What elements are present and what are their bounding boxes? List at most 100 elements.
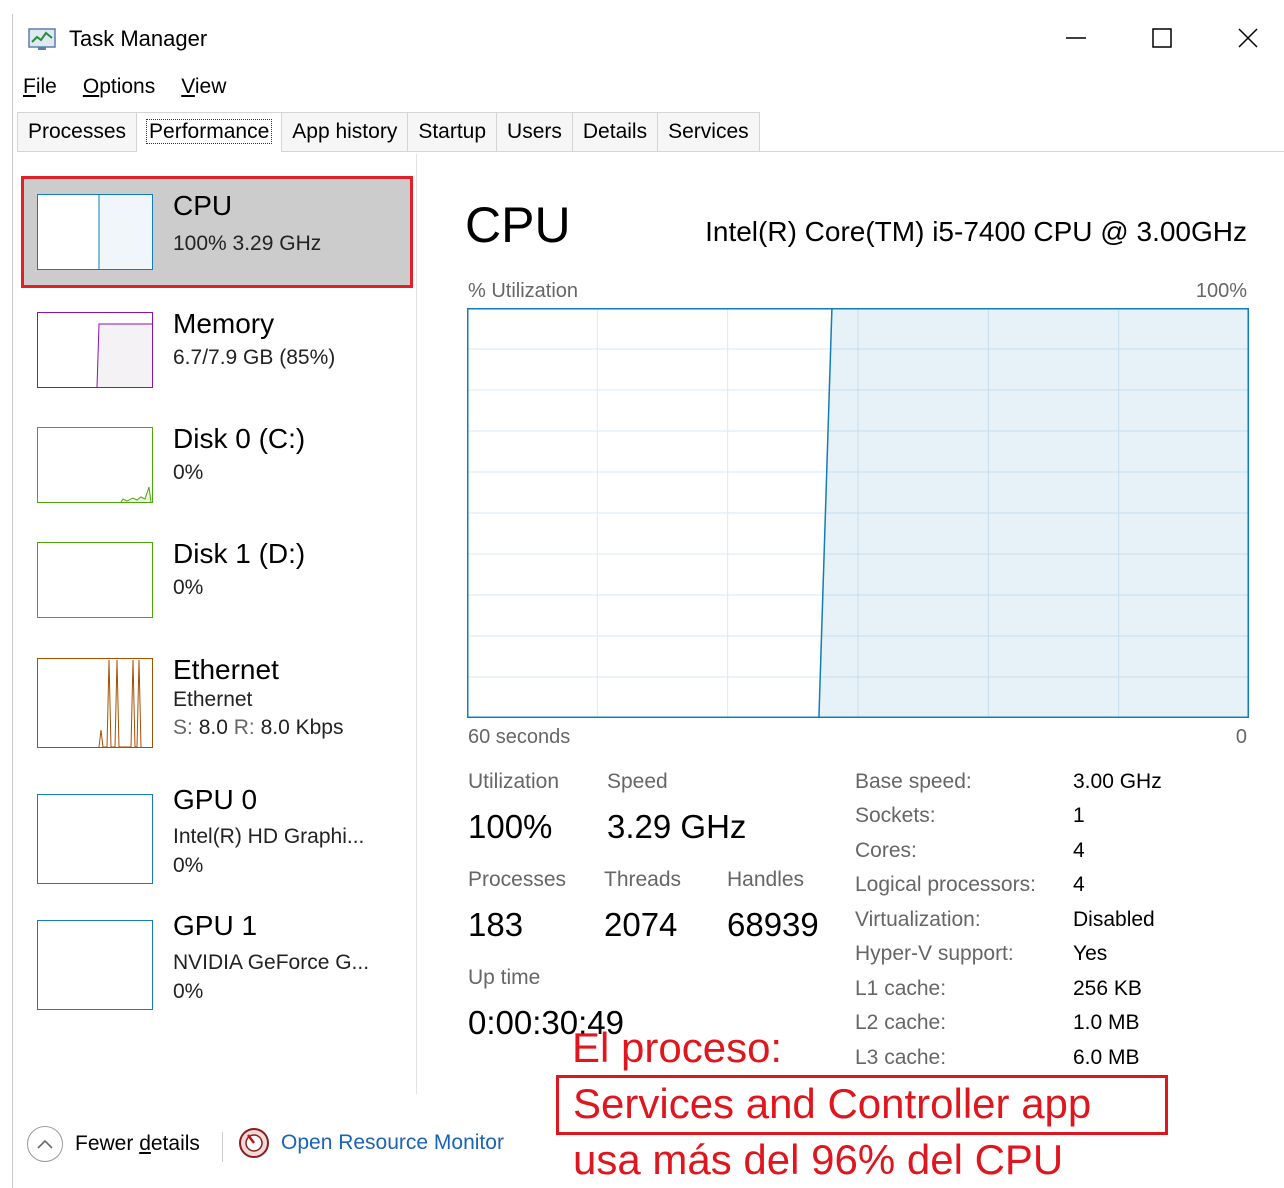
time-axis-min: 0 [1235,726,1247,748]
close-icon [1238,28,1258,48]
window-title: Task Manager [69,26,208,51]
time-axis-label: 60 seconds [468,726,571,748]
annotation-line-2: Services and Controller app [573,1080,1092,1127]
annotation-line-3: usa más del 96% del CPU [573,1136,1064,1183]
spec-label-l1-cache: L1 cache: [855,977,947,1000]
tab-strip: Processes Performance App history Startu… [17,112,1284,152]
annotation-line-1: El proceso: [572,1024,783,1071]
spec-value-l1-cache: 256 KB [1073,977,1142,1000]
speed-stat-label: Speed [607,770,668,793]
maximize-button[interactable] [1119,16,1205,60]
sidebar-item-disk1[interactable]: Disk 1 (D:) 0% [21,524,413,636]
cpu-usage: 100% 3.29 GHz [173,232,322,255]
tab-performance[interactable]: Performance [136,112,283,152]
close-button[interactable] [1205,16,1284,60]
sidebar-item-cpu[interactable]: CPU 100% 3.29 GHz [21,176,413,288]
gpu0-thumbnail-graph [37,794,153,884]
task-manager-icon [28,28,56,50]
ethernet-label: Ethernet [173,654,279,685]
memory-usage: 6.7/7.9 GB (85%) [173,346,336,369]
spec-label-logical-processors: Logical processors: [855,873,1036,896]
uptime-stat-label: Up time [468,966,541,989]
spec-value-hyper-v: Yes [1073,942,1108,965]
gpu0-label: GPU 0 [173,784,258,815]
sidebar-item-gpu0[interactable]: GPU 0 Intel(R) HD Graphi... 0% [21,770,413,884]
resource-monitor-icon [239,1128,269,1158]
tab-details[interactable]: Details [571,112,659,151]
footer-separator [222,1132,223,1162]
sidebar-item-disk0[interactable]: Disk 0 (C:) 0% [21,409,413,521]
page-title: CPU [465,197,571,253]
tab-services[interactable]: Services [657,112,760,151]
spec-label-sockets: Sockets: [855,804,936,827]
menu-options[interactable]: Options [73,70,165,104]
utilization-stat-value: 100% [468,808,553,845]
spec-value-virtualization: Disabled [1073,908,1155,931]
tab-processes[interactable]: Processes [17,112,138,151]
speed-stat-value: 3.29 GHz [607,808,747,845]
footer-bar: Fewer d etails Open Resource Monitor [13,1126,613,1170]
spec-label-virtualization: Virtualization: [855,908,981,931]
minimize-icon [1066,37,1086,39]
spec-value-sockets: 1 [1073,804,1085,827]
cpu-model-name: Intel(R) Core(TM) i5-7400 CPU @ 3.00GHz [705,216,1247,247]
minimize-button[interactable] [1033,16,1119,60]
threads-stat-label: Threads [604,868,682,891]
spec-value-l3-cache: 6.0 MB [1073,1046,1140,1069]
memory-thumbnail-graph [37,312,153,388]
menu-bar: File Options View [13,70,242,104]
gpu1-usage: 0% [173,980,204,1003]
threads-stat-value: 2074 [604,906,678,943]
disk1-label: Disk 1 (D:) [173,538,306,569]
resource-sidebar: CPU 100% 3.29 GHz Memory 6.7/7.9 GB (85%… [13,154,417,1094]
fewer-details-button[interactable]: Fewer d etails [27,1126,200,1162]
open-resource-monitor-link[interactable]: Open Resource Monitor [237,1126,504,1160]
disk1-usage: 0% [173,576,204,599]
spec-value-cores: 4 [1073,839,1085,862]
utilization-axis-label: % Utilization [468,280,579,302]
spec-label-cores: Cores: [855,839,917,862]
menu-view[interactable]: View [171,70,236,104]
spec-value-l2-cache: 1.0 MB [1073,1011,1140,1034]
tab-users[interactable]: Users [496,112,573,151]
gpu0-usage: 0% [173,854,204,877]
disk0-thumbnail-graph [37,427,153,503]
spec-label-l3-cache: L3 cache: [855,1046,947,1069]
disk1-thumbnail-graph [37,542,153,618]
handles-stat-label: Handles [727,868,805,891]
sidebar-item-ethernet[interactable]: Ethernet Ethernet S: 8.0 R: 8.0 Kbps [21,640,413,752]
utilization-stat-label: Utilization [468,770,560,793]
cpu-detail-panel: CPU Intel(R) Core(TM) i5-7400 CPU @ 3.00… [417,154,1284,1094]
disk0-usage: 0% [173,461,204,484]
maximize-icon [1152,28,1172,48]
cpu-thumbnail-graph [37,194,153,270]
spec-label-l2-cache: L2 cache: [855,1011,947,1034]
gpu1-thumbnail-graph [37,920,153,1010]
handles-stat-value: 68939 [727,906,819,943]
tab-app-history[interactable]: App history [281,112,409,151]
gpu1-model: NVIDIA GeForce G... [173,951,370,974]
chevron-up-icon [27,1126,63,1162]
cpu-utilization-graph [467,308,1249,718]
cpu-label: CPU [173,190,233,221]
sidebar-item-memory[interactable]: Memory 6.7/7.9 GB (85%) [21,294,413,406]
sidebar-item-gpu1[interactable]: GPU 1 NVIDIA GeForce G... 0% [21,896,413,1010]
ethernet-throughput: S: 8.0 R: 8.0 Kbps [173,716,344,739]
processes-stat-value: 183 [468,906,524,943]
spec-value-base-speed: 3.00 GHz [1073,770,1162,793]
utilization-axis-max: 100% [1195,280,1247,302]
task-manager-window: Task Manager File Options View Processes… [12,14,1284,1188]
memory-label: Memory [173,308,275,339]
menu-file[interactable]: File [13,70,67,104]
title-bar: Task Manager [13,14,1284,62]
tab-startup[interactable]: Startup [407,112,498,151]
spec-label-base-speed: Base speed: [855,770,972,793]
gpu1-label: GPU 1 [173,910,258,941]
spec-value-logical-processors: 4 [1073,873,1085,896]
gpu0-model: Intel(R) HD Graphi... [173,825,365,848]
disk0-label: Disk 0 (C:) [173,423,306,454]
ethernet-thumbnail-graph [37,658,153,748]
spec-label-hyper-v: Hyper-V support: [855,942,1014,965]
ethernet-adapter: Ethernet [173,688,253,711]
processes-stat-label: Processes [468,868,567,891]
